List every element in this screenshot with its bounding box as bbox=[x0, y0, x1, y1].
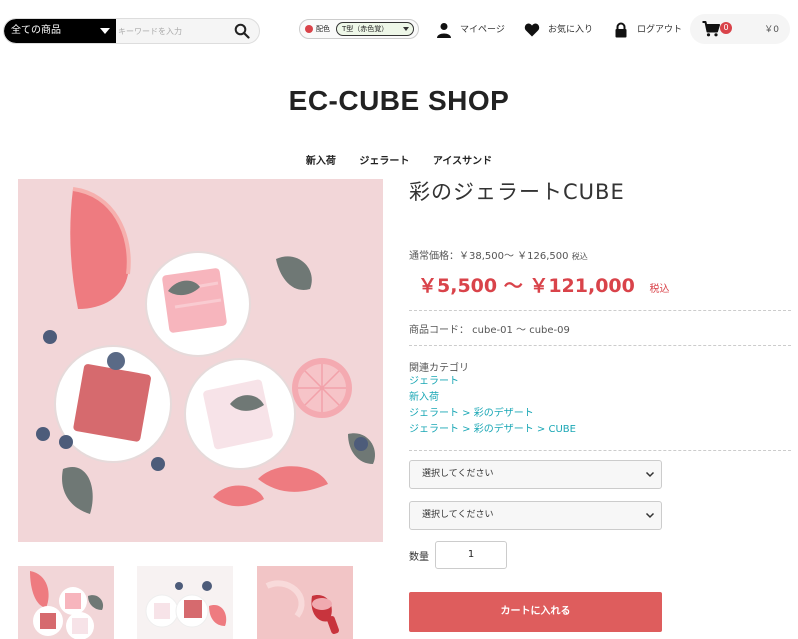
category-nav: 新入荷 ジェラート アイスサンド bbox=[0, 152, 798, 167]
sale-price-tax: 税込 bbox=[649, 284, 670, 295]
related-category-link[interactable]: ジェラート > 彩のデザート > CUBE bbox=[409, 422, 576, 438]
divider bbox=[409, 450, 791, 451]
shop-title[interactable]: EC-CUBE SHOP bbox=[0, 85, 798, 117]
color-scheme-select[interactable]: T型（赤色覚） bbox=[336, 22, 414, 36]
thumbnail-2[interactable] bbox=[137, 566, 233, 639]
favorites-link[interactable]: お気に入り bbox=[524, 22, 604, 38]
sale-price: ￥5,500 ～ ￥121,000 税込 bbox=[418, 271, 670, 298]
normal-price-tax: 税込 bbox=[571, 252, 588, 261]
cart-total: ￥0 bbox=[764, 25, 779, 35]
related-category-link[interactable]: ジェラート bbox=[409, 374, 576, 390]
add-to-cart-button[interactable]: カートに入れる bbox=[409, 592, 662, 632]
thumbnail-1[interactable] bbox=[18, 566, 114, 639]
divider bbox=[409, 310, 791, 311]
search-box: 全ての商品 bbox=[3, 18, 260, 44]
quantity-label: 数量 bbox=[409, 552, 429, 563]
option-select-2-value: 選択してください bbox=[422, 510, 494, 520]
sale-price-value: ￥5,500 ～ ￥121,000 bbox=[418, 275, 635, 297]
chevron-down-icon bbox=[645, 512, 655, 519]
mypage-link[interactable]: マイページ bbox=[436, 22, 516, 38]
mypage-label: マイページ bbox=[460, 25, 505, 35]
option-select-1[interactable]: 選択してください bbox=[409, 460, 662, 489]
nav-item-ice-sandwich[interactable]: アイスサンド bbox=[433, 156, 492, 167]
color-scheme-switcher: 配色 T型（赤色覚） bbox=[299, 19, 419, 39]
lock-icon bbox=[615, 22, 627, 38]
category-select[interactable]: 全ての商品 bbox=[4, 19, 116, 43]
related-categories-title: 関連カテゴリ bbox=[409, 363, 469, 374]
caret-down-icon bbox=[100, 28, 110, 34]
product-name: 彩のジェラートCUBE bbox=[409, 180, 625, 204]
related-categories: ジェラート 新入荷 ジェラート > 彩のデザート ジェラート > 彩のデザート … bbox=[409, 374, 576, 438]
chevron-down-icon bbox=[645, 471, 655, 478]
product-code: 商品コード： cube-01 ～ cube-09 bbox=[409, 325, 570, 336]
search-input[interactable] bbox=[118, 22, 228, 40]
logout-label: ログアウト bbox=[637, 25, 683, 35]
divider bbox=[409, 345, 791, 346]
logout-link[interactable]: ログアウト bbox=[613, 22, 688, 38]
normal-price-label: 通常価格：￥38,500～ ￥126,500 bbox=[409, 251, 569, 262]
product-main-image bbox=[18, 179, 383, 542]
palette-icon bbox=[305, 25, 313, 33]
normal-price: 通常価格：￥38,500～ ￥126,500 税込 bbox=[409, 247, 588, 262]
related-category-link[interactable]: 新入荷 bbox=[409, 390, 576, 406]
cart-count-badge: 0 bbox=[720, 22, 732, 34]
cart-icon bbox=[702, 21, 720, 37]
top-bar: 全ての商品 配色 T型（赤色覚） マイページ お気に入り ログアウト 0 ￥0 bbox=[0, 0, 798, 60]
thumbnail-3[interactable] bbox=[257, 566, 353, 639]
nav-item-gelato[interactable]: ジェラート bbox=[359, 156, 409, 167]
cart-button[interactable]: 0 ￥0 bbox=[690, 14, 790, 44]
quantity-input[interactable]: 1 bbox=[435, 541, 507, 569]
color-scheme-label: 配色 bbox=[316, 25, 330, 33]
caret-down-icon bbox=[403, 27, 409, 31]
option-select-2[interactable]: 選択してください bbox=[409, 501, 662, 530]
option-select-1-value: 選択してください bbox=[422, 469, 494, 479]
heart-icon bbox=[524, 23, 540, 37]
search-icon[interactable] bbox=[234, 23, 250, 39]
nav-item-new-arrivals[interactable]: 新入荷 bbox=[306, 156, 336, 167]
favorites-label: お気に入り bbox=[548, 25, 594, 35]
category-select-label: 全ての商品 bbox=[11, 25, 61, 36]
related-category-link[interactable]: ジェラート > 彩のデザート bbox=[409, 406, 576, 422]
user-icon bbox=[437, 23, 451, 38]
color-scheme-value: T型（赤色覚） bbox=[342, 25, 389, 33]
